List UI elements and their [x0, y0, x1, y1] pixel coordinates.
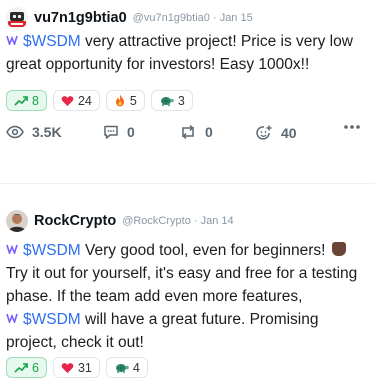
repost-count: 0	[205, 124, 213, 140]
views-button[interactable]: 3.5K	[6, 124, 62, 140]
reaction-total: 40	[281, 125, 297, 141]
bullish-reaction[interactable]: 6	[6, 357, 47, 378]
person-avatar-icon	[6, 210, 28, 232]
post-divider	[0, 183, 375, 184]
avatar[interactable]	[6, 7, 28, 29]
username[interactable]: vu7n1g9btia0	[34, 10, 127, 26]
turtle-icon	[160, 96, 174, 106]
repost-button[interactable]: 0	[179, 124, 213, 140]
views-count: 3.5K	[32, 124, 62, 140]
cashtag-link[interactable]: $WSDM	[23, 311, 81, 328]
post-text: Very good tool, even for beginners!	[80, 242, 330, 259]
handle-date: @vu7n1g9btia0 · Jan 15	[132, 12, 253, 24]
action-bar: 3.5K 0 0 40	[6, 124, 368, 144]
post-date[interactable]: Jan 14	[201, 215, 234, 227]
wsdm-coin-icon	[6, 313, 18, 323]
heart-icon	[61, 362, 74, 373]
reaction-count: 6	[32, 360, 39, 375]
bullish-reaction[interactable]: 8	[6, 90, 47, 111]
more-icon	[344, 125, 360, 129]
heart-reaction[interactable]: 31	[52, 357, 100, 378]
post-date[interactable]: Jan 15	[220, 12, 253, 24]
handle-date: @RockCrypto · Jan 14	[122, 215, 234, 227]
add-reaction-button[interactable]: 40	[255, 124, 297, 142]
hand-emoji-icon	[331, 242, 346, 256]
reaction-count: 5	[129, 93, 137, 108]
cashtag-link[interactable]: $WSDM	[23, 242, 81, 259]
post-body: $WSDM Very good tool, even for beginners…	[6, 239, 368, 354]
handle[interactable]: @vu7n1g9btia0	[133, 12, 210, 24]
heart-reaction[interactable]: 24	[52, 90, 100, 111]
fire-icon	[115, 94, 124, 107]
reaction-count: 8	[32, 93, 39, 108]
turtle-icon	[115, 363, 129, 373]
username[interactable]: RockCrypto	[34, 213, 116, 229]
post-header: vu7n1g9btia0 @vu7n1g9btia0 · Jan 15	[6, 7, 253, 29]
more-options-button[interactable]	[343, 124, 361, 130]
add-reaction-icon	[256, 125, 272, 140]
fire-reaction[interactable]: 5	[105, 90, 145, 111]
handle[interactable]: @RockCrypto	[122, 215, 191, 227]
trending-up-icon	[14, 362, 28, 373]
wsdm-coin-icon	[6, 244, 18, 254]
comment-count: 0	[127, 124, 135, 140]
post-header: RockCrypto @RockCrypto · Jan 14	[6, 210, 234, 232]
repost-icon	[182, 124, 194, 140]
reaction-count: 24	[77, 93, 92, 108]
reaction-count: 3	[177, 93, 185, 108]
reaction-count: 4	[132, 360, 140, 375]
wsdm-coin-icon	[6, 35, 18, 45]
reaction-bar: 6 31 4	[6, 357, 148, 378]
heart-icon	[61, 95, 74, 106]
avatar[interactable]	[6, 210, 28, 232]
reaction-bar: 8 24 5 3	[6, 90, 193, 111]
post-body: $WSDM very attractive project! Price is …	[6, 30, 368, 76]
comment-button[interactable]: 0	[103, 124, 135, 140]
reaction-count: 31	[77, 360, 92, 375]
trending-up-icon	[14, 95, 28, 106]
cashtag-link[interactable]: $WSDM	[23, 33, 81, 50]
comment-icon	[104, 125, 118, 139]
eye-icon	[6, 125, 24, 139]
robot-badge-avatar-icon	[6, 7, 28, 29]
post-text: Try it out for yourself, it's easy and f…	[6, 265, 358, 305]
turtle-reaction[interactable]: 3	[150, 90, 193, 111]
turtle-reaction[interactable]: 4	[105, 357, 148, 378]
